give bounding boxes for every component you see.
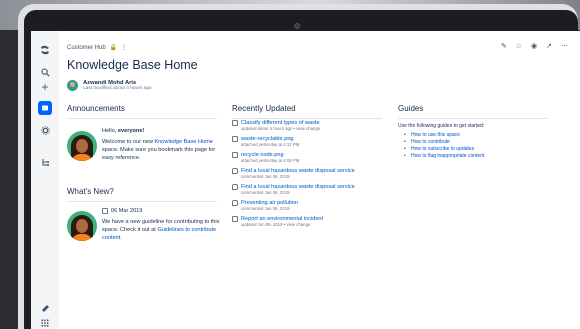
guides-intro: Use the following guides to get started: (398, 123, 485, 129)
date-lozenge: 06 Mar 2019 (102, 207, 224, 215)
list-item[interactable]: recycle-code.png attached yesterday at 4… (232, 152, 382, 163)
comment-icon (232, 200, 238, 206)
announcement-avatar (67, 131, 97, 161)
author-byline: Azwandi Mohd Aris Last modified about 4 … (67, 80, 152, 91)
guide-link[interactable]: How to subscribe to updates (403, 146, 484, 153)
welcome-text-end: space. Make sure you bookmark this page … (102, 147, 216, 161)
item-meta: attached yesterday at 4:08 PM (241, 158, 300, 163)
knowledge-base-link[interactable]: Knowledge Base Home (154, 139, 212, 145)
recently-updated-heading: Recently Updated (232, 104, 296, 113)
image-icon (232, 152, 238, 158)
item-meta: commented Jun 06, 2019 (241, 190, 290, 195)
list-item[interactable]: Classify different types of waste update… (232, 120, 382, 131)
hierarchy-icon[interactable] (36, 153, 54, 171)
app-window: + Customer Hub 🔒 ⋮ ✎ ☆ ◉ ↗ ⋯ Knowledge B… (31, 31, 580, 329)
webcam (294, 23, 300, 29)
list-item[interactable]: Find a local hazardous waste disposal se… (232, 168, 382, 179)
watch-eye-icon[interactable]: ◉ (531, 42, 537, 50)
page-tree-icon[interactable]: ⋮ (121, 44, 127, 51)
announcement-text: Hello, everyone! Welcome to our new Know… (102, 127, 224, 162)
divider (398, 118, 548, 119)
item-meta: attached yesterday at 4:12 PM (241, 142, 300, 147)
page-icon (232, 120, 238, 126)
item-meta: updated about 4 hours ago • view change (241, 126, 321, 131)
page-content: Customer Hub 🔒 ⋮ ✎ ☆ ◉ ↗ ⋯ Knowledge Bas… (67, 31, 580, 329)
announcements-heading: Announcements (67, 104, 125, 113)
guide-link[interactable]: How to use this space (403, 132, 484, 139)
calendar-icon (102, 208, 108, 214)
guide-link[interactable]: How to flag inappropriate content (403, 153, 484, 160)
breadcrumb: Customer Hub 🔒 ⋮ (67, 44, 127, 52)
page-title: Knowledge Base Home (67, 58, 198, 72)
welcome-text: Welcome to our new (102, 139, 155, 145)
divider (232, 118, 382, 119)
item-meta: commented Jun 06, 2019 (241, 174, 290, 179)
item-meta: updated Jun 06, 2019 • view change (241, 222, 311, 227)
whats-new-heading: What's New? (67, 187, 114, 196)
global-sidebar: + (31, 31, 59, 329)
restrictions-icon[interactable]: 🔒 (110, 44, 117, 51)
image-icon (232, 136, 238, 142)
page-icon (232, 216, 238, 222)
greeting: Hello, (102, 128, 118, 134)
item-meta: commented Jun 06, 2019 (241, 206, 290, 211)
whats-new-body-end: . (120, 235, 122, 241)
whats-new-text: 06 Mar 2019 We have a new guideline for … (102, 207, 224, 242)
divider (67, 201, 217, 202)
create-plus-icon[interactable]: + (36, 78, 54, 96)
list-item[interactable]: Report an environmental incident updated… (232, 216, 382, 227)
breadcrumb-space[interactable]: Customer Hub (67, 45, 106, 51)
comment-icon (232, 184, 238, 190)
page-actions: ✎ ☆ ◉ ↗ ⋯ (501, 42, 568, 50)
guides-list: How to use this space How to contribute … (403, 132, 484, 160)
comment-icon (232, 168, 238, 174)
guide-link[interactable]: How to contribute (403, 139, 484, 146)
last-modified: Last modified about 4 hours ago (83, 86, 152, 91)
space-icon[interactable] (38, 101, 52, 115)
list-item[interactable]: Preventing air pollution commented Jun 0… (232, 200, 382, 211)
list-item[interactable]: Find a local hazardous waste disposal se… (232, 184, 382, 195)
share-icon[interactable]: ↗ (546, 42, 552, 50)
more-actions-icon[interactable]: ⋯ (561, 42, 568, 50)
greeting-name: everyone! (117, 128, 145, 134)
settings-gear-icon[interactable] (36, 121, 54, 139)
announcement-date: 06 Mar 2019 (111, 208, 143, 214)
whats-new-avatar (67, 211, 97, 241)
divider (67, 118, 217, 119)
guides-heading: Guides (398, 104, 424, 113)
confluence-logo-icon[interactable] (36, 41, 54, 59)
star-icon[interactable]: ☆ (516, 42, 522, 50)
list-item[interactable]: waste-recyclable.png attached yesterday … (232, 136, 382, 147)
avatar[interactable] (67, 80, 78, 91)
edit-pencil-icon[interactable]: ✎ (501, 42, 507, 50)
app-switcher-icon[interactable] (36, 314, 54, 329)
